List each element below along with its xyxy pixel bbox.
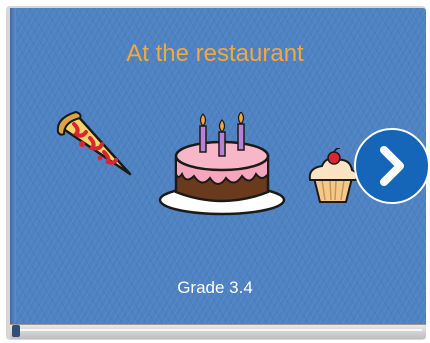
birthday-cake-image — [158, 112, 286, 216]
book-subtitle: Grade 3.4 — [177, 278, 253, 297]
book-pages-line — [16, 329, 422, 331]
cupcake-image — [308, 148, 359, 203]
book-pages-end — [12, 325, 20, 337]
pizza-slice-image — [56, 110, 132, 176]
next-page-button[interactable] — [354, 128, 430, 204]
book-pages-edge — [10, 324, 426, 339]
chevron-right-icon — [380, 146, 404, 186]
book-title: At the restaurant — [126, 40, 304, 67]
